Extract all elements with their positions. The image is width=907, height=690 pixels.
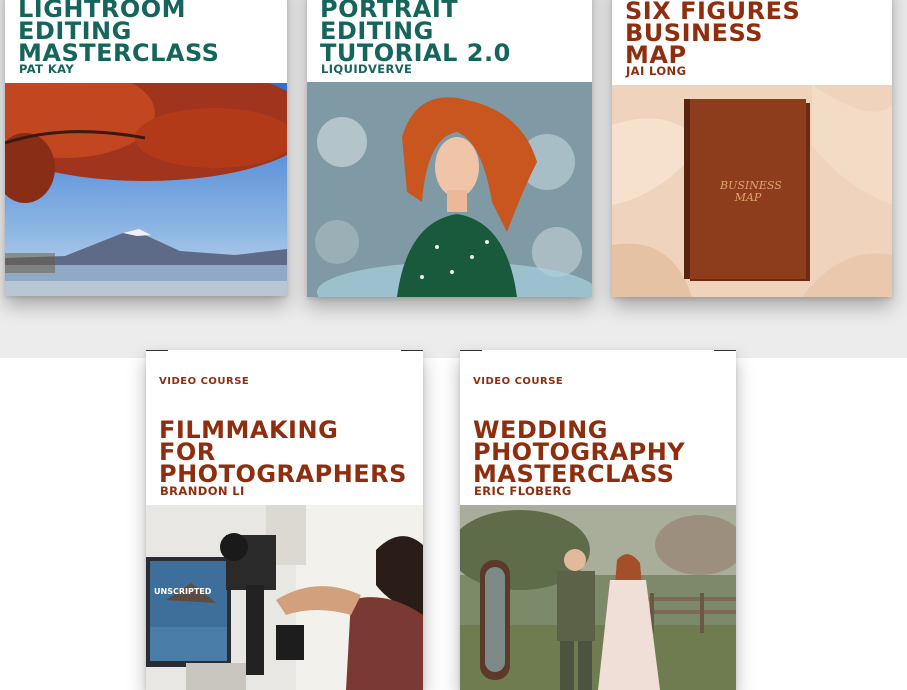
course-author: ERIC FLOBERG bbox=[474, 484, 572, 498]
course-author: PAT KAY bbox=[19, 62, 75, 76]
card-corner-mark bbox=[460, 350, 482, 351]
course-title: PORTRAIT EDITING TUTORIAL 2.0 bbox=[320, 0, 511, 67]
course-card-six-figures[interactable]: SIX FIGURES BUSINESS MAP JAI LONG BUSINE… bbox=[612, 0, 892, 297]
course-title: LIGHTROOM EDITING MASTERCLASS bbox=[18, 0, 220, 67]
course-cover-photo bbox=[5, 83, 287, 296]
card-corner-mark bbox=[146, 350, 168, 351]
course-cover-photo: BUSINESS MAP bbox=[612, 85, 892, 297]
card-corner-mark bbox=[714, 350, 736, 351]
course-title: SIX FIGURES BUSINESS MAP bbox=[625, 0, 801, 69]
course-card-lightroom[interactable]: LIGHTROOM EDITING MASTERCLASS PAT KAY bbox=[5, 0, 287, 296]
course-card-filmmaking[interactable]: VIDEO COURSE FILMMAKING FOR PHOTOGRAPHER… bbox=[146, 350, 423, 690]
course-author: JAI LONG bbox=[626, 64, 687, 78]
course-type-tag: VIDEO COURSE bbox=[159, 376, 250, 387]
course-author: BRANDON LI bbox=[160, 484, 245, 498]
course-title: FILMMAKING FOR PHOTOGRAPHERS bbox=[159, 416, 407, 488]
course-card-wedding[interactable]: VIDEO COURSE WEDDING PHOTOGRAPHY MASTERC… bbox=[460, 350, 736, 690]
course-type-tag: VIDEO COURSE bbox=[473, 376, 564, 387]
course-card-portrait[interactable]: PORTRAIT EDITING TUTORIAL 2.0 LIQUIDVERV… bbox=[307, 0, 592, 297]
course-cover-photo bbox=[307, 82, 592, 297]
notebook-emblem: BUSINESS MAP bbox=[720, 179, 782, 204]
course-author: LIQUIDVERVE bbox=[321, 62, 413, 76]
laptop-screen-text: UNSCRIPTED bbox=[154, 587, 212, 596]
course-cover-photo: UNSCRIPTED bbox=[146, 505, 423, 690]
course-cover-photo bbox=[460, 505, 736, 690]
card-corner-mark bbox=[401, 350, 423, 351]
course-title: WEDDING PHOTOGRAPHY MASTERCLASS bbox=[473, 416, 686, 488]
